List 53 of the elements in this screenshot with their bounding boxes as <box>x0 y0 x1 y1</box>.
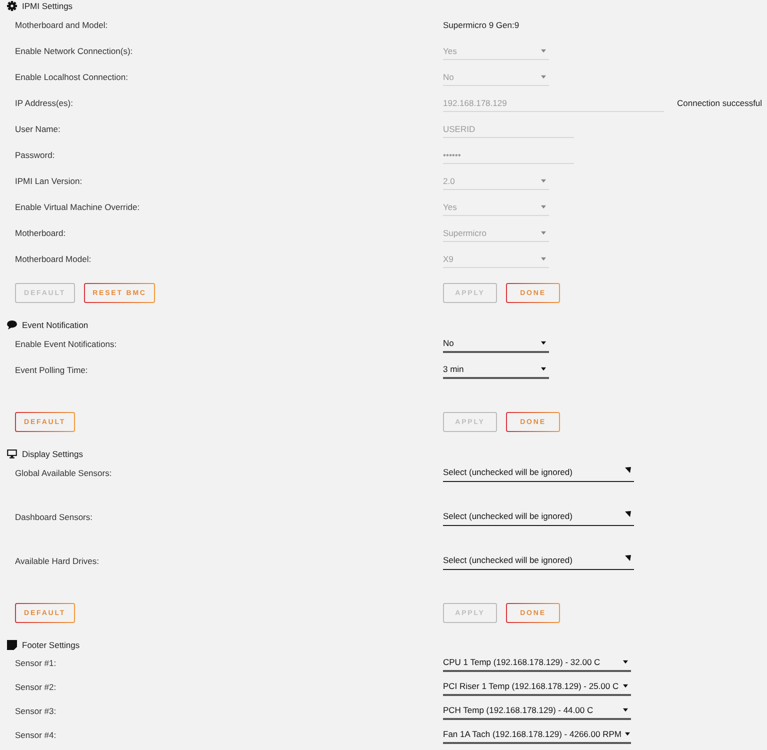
field-label: Dashboard Sensors: <box>15 512 92 522</box>
gear-icon <box>7 1 17 11</box>
caret-icon <box>625 555 631 561</box>
caret-icon <box>541 367 546 371</box>
caret-icon <box>541 204 546 208</box>
caret-icon <box>623 684 628 688</box>
dropdown-field[interactable]: PCI Riser 1 Temp (192.168.178.129) - 25.00 C <box>443 678 631 696</box>
caret-icon <box>541 256 546 260</box>
field-label: Enable Localhost Connection: <box>15 72 128 82</box>
field-label: Sensor #4: <box>15 730 56 740</box>
multi-select-field[interactable]: Select (unchecked will be ignored) <box>443 508 634 526</box>
section-title: Event Notification <box>22 320 88 330</box>
monitor-icon <box>7 449 17 459</box>
field-label: Sensor #1: <box>15 658 56 668</box>
field-label: Motherboard: <box>15 228 66 238</box>
note-icon <box>7 640 17 650</box>
multi-select-field[interactable]: Select (unchecked will be ignored) <box>443 464 634 482</box>
field-label: Enable Virtual Machine Override: <box>15 202 140 212</box>
caret-icon <box>541 178 546 182</box>
speech-bubble-icon <box>7 320 17 330</box>
caret-icon <box>623 708 628 712</box>
caret-icon <box>541 48 546 52</box>
field-label: IP Address(es): <box>15 98 73 108</box>
field-label: Sensor #3: <box>15 706 56 716</box>
section-title: Footer Settings <box>22 640 80 650</box>
section-title: IPMI Settings <box>22 1 73 11</box>
caret-icon <box>625 732 630 736</box>
model-value: Supermicro 9 Gen:9 <box>443 20 520 30</box>
multi-select-field[interactable]: Select (unchecked will be ignored) <box>443 552 634 570</box>
dropdown-field[interactable]: 3 min <box>443 361 549 379</box>
field-label: IPMI Lan Version: <box>15 176 82 186</box>
field-label: Available Hard Drives: <box>15 556 99 566</box>
field-label: Enable Event Notifications: <box>15 339 117 349</box>
caret-icon <box>625 467 631 473</box>
dropdown-field[interactable]: Fan 1A Tach (192.168.178.129) - 4266.00 RPM <box>443 726 631 744</box>
field-label: Password: <box>15 150 55 160</box>
dropdown-field[interactable]: PCH Temp (192.168.178.129) - 44.00 C <box>443 702 631 720</box>
field-label: Event Polling Time: <box>15 365 88 375</box>
caret-icon <box>541 74 546 78</box>
caret-icon <box>625 511 631 517</box>
section-title: Display Settings <box>22 449 83 459</box>
field-label: Sensor #2: <box>15 682 56 692</box>
status-text: Connection successful <box>677 98 762 108</box>
field-label: User Name: <box>15 124 60 134</box>
caret-icon <box>541 341 546 345</box>
field-label: Global Available Sensors: <box>15 468 112 478</box>
caret-icon <box>623 660 628 664</box>
field-label: Motherboard and Model: <box>15 20 108 30</box>
dropdown-field[interactable]: CPU 1 Temp (192.168.178.129) - 32.00 C <box>443 654 631 672</box>
caret-icon <box>541 230 546 234</box>
field-label: Enable Network Connection(s): <box>15 46 133 56</box>
dropdown-field[interactable]: No <box>443 335 549 353</box>
field-label: Motherboard Model: <box>15 254 92 264</box>
